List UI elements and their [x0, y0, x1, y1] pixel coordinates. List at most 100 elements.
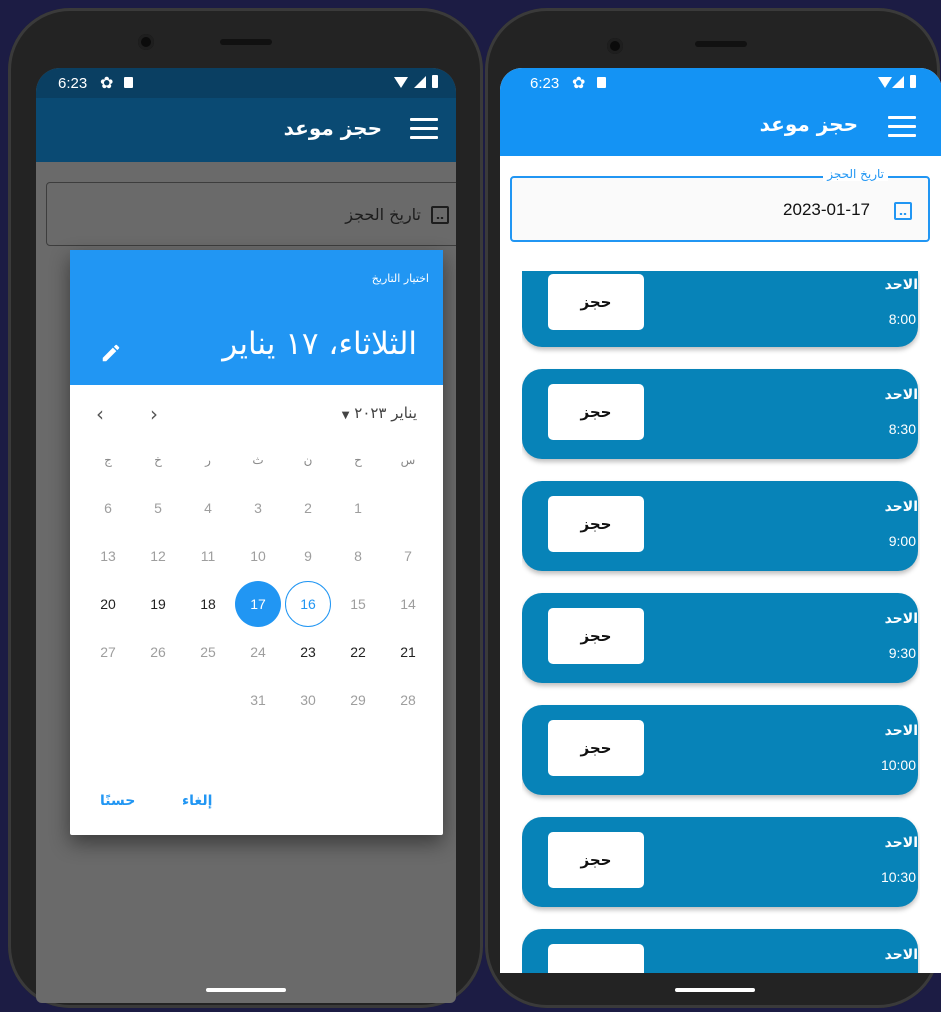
day-cell: 1 [354, 500, 362, 516]
weekday-label: ر [205, 453, 211, 467]
day-cell: 6 [104, 500, 112, 516]
speaker [695, 41, 747, 47]
sd-card-icon [124, 77, 133, 88]
phone-right: 6:23 ✿ حجز موعد تاريخ الحجز 2023-01-17 ا… [485, 8, 941, 1008]
day-cell: 3 [254, 500, 262, 516]
time-slot-card: الاحد 9:00 حجز [522, 481, 918, 571]
slot-day: الاحد [884, 723, 918, 739]
day-cell: 2 [304, 500, 312, 516]
month-year-selector[interactable]: يناير ٢٠٢٣ ▼ [342, 404, 417, 422]
dropdown-arrow-icon: ▼ [341, 410, 350, 421]
status-bar: 6:23 ✿ [36, 68, 456, 98]
slot-time: 10:30 [880, 869, 916, 885]
picker-help-text: اختيار التاريخ [371, 272, 429, 285]
next-month-button[interactable]: › [150, 402, 158, 426]
home-indicator[interactable] [675, 988, 755, 992]
weekday-label: ج [104, 453, 112, 467]
book-button[interactable]: حجز [548, 496, 644, 552]
day-cell: 5 [154, 500, 162, 516]
booking-date-field[interactable]: تاريخ الحجز [46, 182, 456, 246]
battery-icon [910, 75, 916, 88]
app-bar: حجز موعد [36, 98, 456, 162]
menu-icon[interactable] [410, 118, 438, 140]
settings-icon: ✿ [572, 73, 586, 92]
day-cell[interactable]: 18 [183, 582, 233, 626]
booking-date-field[interactable]: تاريخ الحجز 2023-01-17 [510, 167, 930, 242]
slot-time: 8:00 [888, 311, 916, 327]
calendar-icon[interactable] [894, 202, 912, 220]
phone-left: 6:23 ✿ حجز موعد تاريخ الحجز اختيار التار… [8, 8, 483, 1008]
day-number: 16 [300, 596, 316, 612]
front-camera [607, 38, 623, 54]
time-slot-card: الاحد 8:30 حجز [522, 369, 918, 459]
status-time: 6:23 [530, 75, 560, 92]
day-cell-today[interactable]: 16 [283, 581, 333, 627]
booking-date-value: 2023-01-17 [783, 200, 870, 219]
signal-icon [892, 76, 904, 88]
booking-date-label: تاريخ الحجز [823, 167, 888, 181]
day-cell: 4 [204, 500, 212, 516]
weekday-label: ح [354, 453, 362, 467]
day-cell[interactable]: 21 [383, 630, 433, 674]
date-picker-header: اختيار التاريخ الثلاثاء، ١٧ يناير [70, 250, 443, 385]
slot-time: 8:30 [888, 421, 916, 437]
month-nav-row: ‹ › يناير ٢٠٢٣ ▼ [70, 398, 443, 428]
signal-icon [414, 76, 426, 88]
book-button[interactable]: حجز [548, 384, 644, 440]
slot-time: 9:00 [888, 533, 916, 549]
date-picker-dialog: اختيار التاريخ الثلاثاء، ١٧ يناير ‹ › ين… [70, 250, 443, 835]
day-cell: 31 [250, 692, 266, 708]
battery-icon [432, 75, 438, 88]
day-cell[interactable]: 20 [83, 582, 133, 626]
wifi-icon [394, 77, 408, 88]
day-cell[interactable]: 23 [283, 630, 333, 674]
time-slot-card: الاحد 10:00 حجز [522, 705, 918, 795]
menu-icon[interactable] [888, 116, 916, 138]
day-cell: 14 [400, 596, 416, 612]
wifi-icon [878, 77, 892, 88]
book-button[interactable]: حجز [548, 832, 644, 888]
speaker [220, 39, 272, 45]
time-slot-card: الاحد [522, 929, 918, 973]
slot-day: الاحد [884, 277, 918, 293]
day-cell: 29 [350, 692, 366, 708]
slot-day: الاحد [884, 835, 918, 851]
cancel-button[interactable]: إلغاء [182, 793, 212, 809]
slot-time: 10:00 [880, 757, 916, 773]
day-cell: 28 [400, 692, 416, 708]
time-slot-card: الاحد 9:30 حجز [522, 593, 918, 683]
slot-day: الاحد [884, 947, 918, 963]
day-cell[interactable]: 22 [333, 630, 383, 674]
page-title: حجز موعد [283, 116, 382, 140]
time-slot-list: الاحد 8:00 حجز الاحد 8:30 حجز الاحد 9:00… [522, 271, 920, 973]
day-cell: 15 [350, 596, 366, 612]
day-cell: 30 [300, 692, 316, 708]
day-cell: 10 [250, 548, 266, 564]
app-bar: حجز موعد [500, 98, 941, 156]
weekday-label: خ [154, 453, 162, 467]
day-cell: 7 [404, 548, 412, 564]
day-cell: 11 [200, 548, 216, 564]
book-button[interactable] [548, 944, 644, 973]
home-indicator[interactable] [206, 988, 286, 992]
settings-icon: ✿ [100, 73, 114, 92]
slot-day: الاحد [884, 611, 918, 627]
book-button[interactable]: حجز [548, 274, 644, 330]
day-cell-selected[interactable]: 17 [233, 581, 283, 627]
weekday-label: س [400, 453, 416, 467]
weekday-label: ث [252, 453, 264, 467]
day-cell: 13 [100, 548, 116, 564]
day-cell: 25 [200, 644, 216, 660]
calendar-icon [431, 206, 449, 224]
prev-month-button[interactable]: ‹ [96, 402, 104, 426]
status-bar: 6:23 ✿ [500, 68, 941, 98]
day-cell: 27 [100, 644, 116, 660]
weekday-label: ن [303, 453, 313, 467]
day-cell: 26 [150, 644, 166, 660]
day-cell[interactable]: 19 [133, 582, 183, 626]
book-button[interactable]: حجز [548, 608, 644, 664]
edit-pencil-icon[interactable] [100, 342, 122, 364]
ok-button[interactable]: حسنًا [100, 793, 135, 809]
book-button[interactable]: حجز [548, 720, 644, 776]
month-year-label: يناير ٢٠٢٣ [354, 404, 417, 422]
